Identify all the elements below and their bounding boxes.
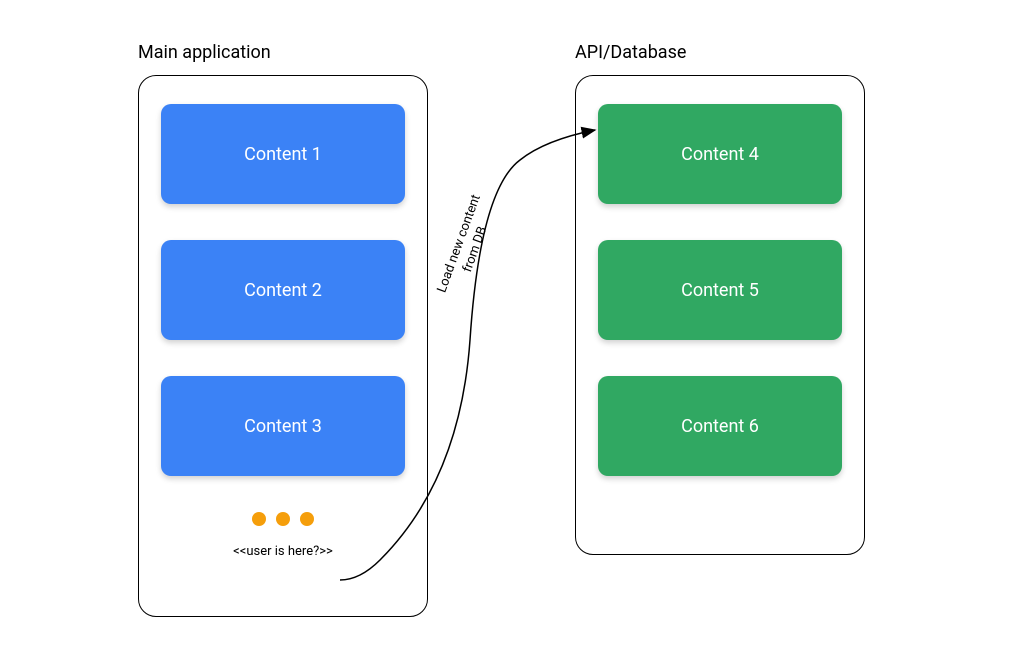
loader-dot-icon xyxy=(252,512,266,526)
content-block-1: Content 1 xyxy=(161,104,405,204)
api-database-panel: Content 4 Content 5 Content 6 xyxy=(575,75,865,555)
content-block-2: Content 2 xyxy=(161,240,405,340)
loader-dot-icon xyxy=(276,512,290,526)
content-block-4: Content 4 xyxy=(598,104,842,204)
connector-label: Load new content from DB xyxy=(428,175,508,318)
loading-indicator xyxy=(161,512,405,526)
user-position-annotation: <<user is here?>> xyxy=(161,544,405,559)
loader-dot-icon xyxy=(300,512,314,526)
api-database-label: API/Database xyxy=(575,42,686,63)
content-block-3: Content 3 xyxy=(161,376,405,476)
content-block-6: Content 6 xyxy=(598,376,842,476)
main-application-label: Main application xyxy=(138,42,271,63)
main-application-panel: Content 1 Content 2 Content 3 <<user is … xyxy=(138,75,428,617)
content-block-5: Content 5 xyxy=(598,240,842,340)
